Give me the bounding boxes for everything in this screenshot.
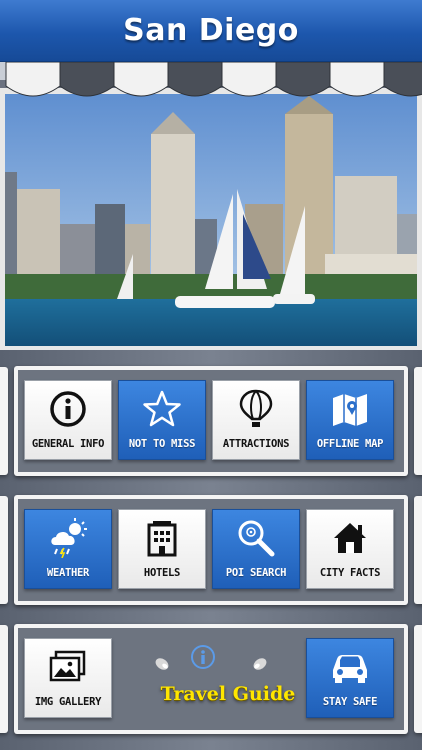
menu-panel: GENERAL INFO NOT TO MISS ATTRACTIONS OFF… bbox=[0, 350, 422, 750]
info-icon[interactable] bbox=[190, 644, 216, 670]
page-title: San Diego bbox=[123, 13, 299, 48]
search-icon bbox=[213, 518, 299, 558]
home-icon bbox=[307, 518, 393, 558]
awning-decoration bbox=[0, 62, 422, 97]
spotlight-right-icon bbox=[253, 658, 267, 670]
weather-button[interactable]: WEATHER bbox=[24, 509, 112, 589]
info-icon bbox=[25, 389, 111, 429]
not-to-miss-button[interactable]: NOT TO MISS bbox=[118, 380, 206, 460]
poi-search-button[interactable]: POI SEARCH bbox=[212, 509, 300, 589]
weather-icon bbox=[25, 518, 111, 558]
star-icon bbox=[119, 389, 205, 429]
offline-map-button[interactable]: OFFLINE MAP bbox=[306, 380, 394, 460]
balloon-icon bbox=[213, 389, 299, 429]
travel-guide-text: Travel Guide bbox=[160, 683, 296, 705]
attractions-button[interactable]: ATTRACTIONS bbox=[212, 380, 300, 460]
spotlight-left-icon bbox=[155, 658, 169, 670]
city-photo bbox=[5, 94, 417, 346]
map-icon bbox=[307, 389, 393, 429]
hotels-button[interactable]: HOTELS bbox=[118, 509, 206, 589]
general-info-button[interactable]: GENERAL INFO bbox=[24, 380, 112, 460]
hotel-icon bbox=[119, 518, 205, 558]
menu-row-3: IMG GALLERY Travel Guide STAY SAFE bbox=[14, 624, 408, 734]
car-icon bbox=[307, 647, 393, 687]
hero-panel bbox=[0, 88, 422, 350]
city-facts-button[interactable]: CITY FACTS bbox=[306, 509, 394, 589]
menu-row-1: GENERAL INFO NOT TO MISS ATTRACTIONS OFF… bbox=[14, 366, 408, 476]
stay-safe-button[interactable]: STAY SAFE bbox=[306, 638, 394, 718]
app-header: San Diego bbox=[0, 0, 422, 62]
menu-row-2: WEATHER HOTELS POI SEARCH CITY FACTS bbox=[14, 495, 408, 605]
